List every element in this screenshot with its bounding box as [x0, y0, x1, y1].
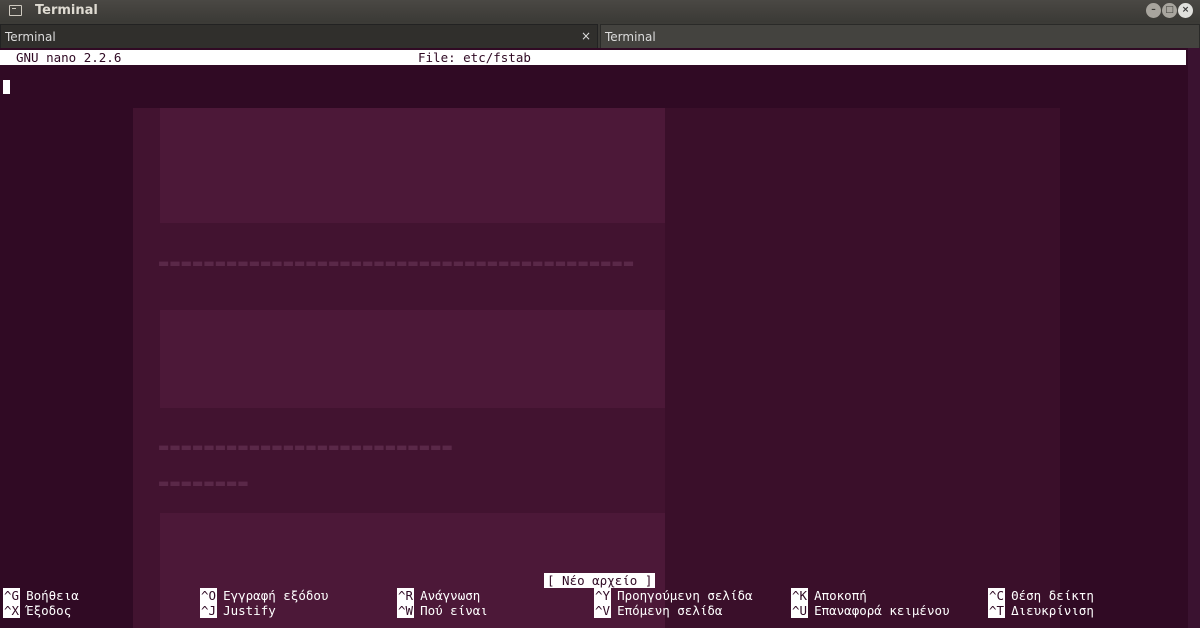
translucent-background: ▬▬▬▬▬▬▬▬▬▬▬▬▬▬▬▬▬▬▬▬▬▬▬▬▬▬▬▬▬▬▬▬▬▬▬▬▬▬▬▬…	[0, 48, 1200, 628]
text-cursor	[3, 80, 10, 94]
nano-filename: File: etc/fstab	[418, 50, 531, 65]
tab-terminal-1[interactable]: Terminal ×	[0, 24, 598, 48]
window-title: Terminal	[35, 3, 98, 18]
shortcut-write-out[interactable]: ^O Εγγραφή εξόδου	[200, 588, 328, 603]
nano-status-message: [ Νέο αρχείο ]	[544, 573, 656, 588]
tab-label: Terminal	[605, 30, 656, 44]
nano-version: GNU nano 2.2.6	[16, 50, 122, 65]
shortcut-read-file[interactable]: ^R Ανάγνωση	[397, 588, 480, 603]
shortcut-justify[interactable]: ^J Justify	[200, 603, 276, 618]
shortcut-prev-page[interactable]: ^Y Προηγούμενη σελίδα	[594, 588, 753, 603]
terminal-app-icon	[9, 5, 22, 16]
shortcut-next-page[interactable]: ^V Επόμενη σελίδα	[594, 603, 722, 618]
shortcut-cursor-pos[interactable]: ^C Θέση δείκτη	[988, 588, 1094, 603]
minimize-button[interactable]: –	[1146, 3, 1161, 18]
shortcut-to-spell[interactable]: ^T Διευκρίνιση	[988, 603, 1094, 618]
maximize-button[interactable]: □	[1162, 3, 1177, 18]
terminal-scrollbar[interactable]	[1188, 48, 1200, 628]
nano-shortcut-bar: ^G Βοήθεια ^O Εγγραφή εξόδου ^R Ανάγνωση ^Y…	[3, 588, 1188, 620]
tab-bar: Terminal × Terminal	[0, 22, 1200, 48]
shortcut-exit[interactable]: ^X Έξοδος	[3, 603, 71, 618]
tab-terminal-2[interactable]: Terminal	[600, 24, 1200, 48]
tab-close-icon[interactable]: ×	[581, 29, 591, 43]
tab-label: Terminal	[5, 30, 56, 44]
window-titlebar[interactable]: Terminal – □ ×	[0, 0, 1200, 22]
terminal-view[interactable]: ▬▬▬▬▬▬▬▬▬▬▬▬▬▬▬▬▬▬▬▬▬▬▬▬▬▬▬▬▬▬▬▬▬▬▬▬▬▬▬▬…	[0, 48, 1200, 628]
shortcut-where-is[interactable]: ^W Πού είναι	[397, 603, 488, 618]
shortcut-cut-text[interactable]: ^K Αποκοπή	[791, 588, 867, 603]
nano-header-bar: GNU nano 2.2.6 File: etc/fstab	[0, 50, 1186, 65]
shortcut-help[interactable]: ^G Βοήθεια	[3, 588, 79, 603]
shortcut-uncut-text[interactable]: ^U Επαναφορά κειμένου	[791, 603, 950, 618]
close-window-button[interactable]: ×	[1178, 3, 1193, 18]
